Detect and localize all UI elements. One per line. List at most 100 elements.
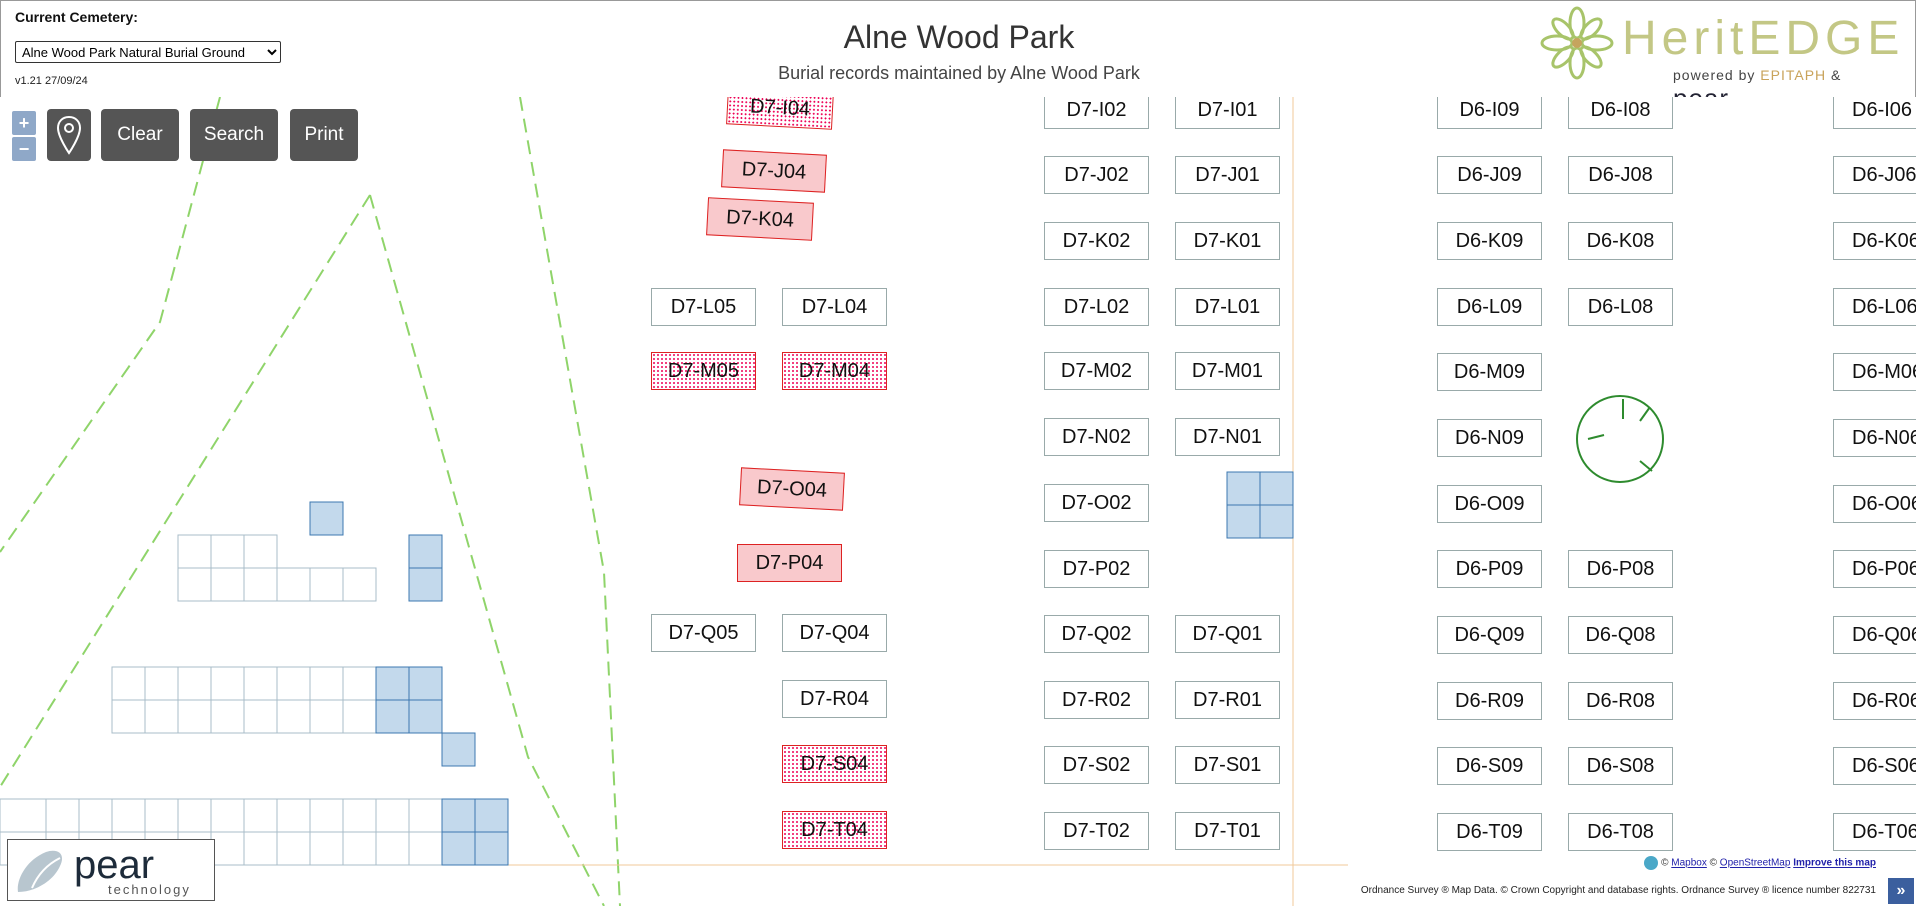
plot-d6-j08[interactable]: D6-J08 [1568,156,1673,194]
plot-d7-l02[interactable]: D7-L02 [1044,288,1149,326]
openstreetmap-link[interactable]: OpenStreetMap [1720,858,1791,869]
pear-technology-logo[interactable]: pear technology [7,839,215,901]
zoom-out-button[interactable]: − [12,137,36,161]
plot-d6-n09[interactable]: D6-N09 [1437,419,1542,457]
plot-d6-r09[interactable]: D6-R09 [1437,682,1542,720]
search-button[interactable]: Search [190,109,278,161]
plot-d7-p02[interactable]: D7-P02 [1044,550,1149,588]
plot-d7-r02[interactable]: D7-R02 [1044,681,1149,719]
heritedge-wordmark: HeritEDGE [1622,12,1905,65]
plot-d7-q04[interactable]: D7-Q04 [782,614,887,652]
plot-d6-q06[interactable]: D6-Q06 [1833,616,1916,654]
plot-d7-s01[interactable]: D7-S01 [1175,746,1280,784]
plot-d7-k01[interactable]: D7-K01 [1175,222,1280,260]
plot-d6-k08[interactable]: D6-K08 [1568,222,1673,260]
map-attribution: © Mapbox © OpenStreetMap Improve this ma… [1644,856,1876,870]
plot-d7-s02[interactable]: D7-S02 [1044,746,1149,784]
plot-d7-l04[interactable]: D7-L04 [782,288,887,326]
ampersand-text: & [1831,67,1842,83]
plot-d7-l05[interactable]: D7-L05 [651,288,756,326]
cemetery-map[interactable]: + − Clear Search Print D7-I04 D7-J04 D7-… [0,97,1916,906]
plot-d7-t04[interactable]: D7-T04 [782,811,887,849]
plot-d6-k06[interactable]: D6-K06 [1833,222,1916,260]
plot-d7-m04[interactable]: D7-M04 [782,352,887,390]
mapbox-link[interactable]: Mapbox [1671,858,1707,869]
epitaph-text: EPITAPH [1760,67,1827,83]
plot-d6-m09[interactable]: D6-M09 [1437,353,1542,391]
plot-d7-m01[interactable]: D7-M01 [1175,352,1280,390]
locate-button[interactable] [47,109,91,161]
plot-d7-k02[interactable]: D7-K02 [1044,222,1149,260]
plot-d7-q01[interactable]: D7-Q01 [1175,615,1280,653]
plot-d6-t08[interactable]: D6-T08 [1568,813,1673,851]
plot-d7-j01[interactable]: D7-J01 [1175,156,1280,194]
plot-d6-i08[interactable]: D6-I08 [1568,97,1673,129]
flower-logo-icon [1540,6,1614,80]
plot-d6-r08[interactable]: D6-R08 [1568,682,1673,720]
plot-d7-o04[interactable]: D7-O04 [739,467,845,511]
plot-d6-r06[interactable]: D6-R06 [1833,682,1916,720]
plot-d6-s09[interactable]: D6-S09 [1437,747,1542,785]
path-line [519,97,621,906]
plot-d7-s04[interactable]: D7-S04 [782,745,887,783]
plot-d7-n01[interactable]: D7-N01 [1175,418,1280,456]
plot-d7-m05[interactable]: D7-M05 [651,352,756,390]
plot-d7-q02[interactable]: D7-Q02 [1044,615,1149,653]
svg-text:technology: technology [108,882,191,897]
plot-d6-q09[interactable]: D6-Q09 [1437,616,1542,654]
plot-d6-l06[interactable]: D6-L06 [1833,288,1916,326]
plot-d7-j04[interactable]: D7-J04 [721,149,827,193]
plot-d7-i02[interactable]: D7-I02 [1044,97,1149,129]
plot-d7-r01[interactable]: D7-R01 [1175,681,1280,719]
plot-d7-q05[interactable]: D7-Q05 [651,614,756,652]
plot-d7-l01[interactable]: D7-L01 [1175,288,1280,326]
plot-d6-l09[interactable]: D6-L09 [1437,288,1542,326]
plot-d6-t06[interactable]: D6-T06 [1833,813,1916,851]
plot-d7-m02[interactable]: D7-M02 [1044,352,1149,390]
svg-text:pear: pear [74,843,154,887]
plot-d7-j02[interactable]: D7-J02 [1044,156,1149,194]
plot-d6-i09[interactable]: D6-I09 [1437,97,1542,129]
copyright-symbol: © [1709,857,1718,869]
plot-d7-p04[interactable]: D7-P04 [737,544,842,582]
plot-d6-l08[interactable]: D6-L08 [1568,288,1673,326]
plot-d6-p09[interactable]: D6-P09 [1437,550,1542,588]
plot-d6-o06[interactable]: D6-O06 [1833,485,1916,523]
tree-icon [1576,395,1664,483]
improve-map-link[interactable]: Improve this map [1793,858,1876,869]
plot-d6-m06[interactable]: D6-M06 [1833,353,1916,391]
plot-d7-n02[interactable]: D7-N02 [1044,418,1149,456]
plot-d7-o02[interactable]: D7-O02 [1044,484,1149,522]
expand-attribution-button[interactable]: » [1888,878,1914,904]
plot-d6-p08[interactable]: D6-P08 [1568,550,1673,588]
map-pin-icon [56,115,82,155]
plot-d6-k09[interactable]: D6-K09 [1437,222,1542,260]
plot-d6-j06[interactable]: D6-J06 [1833,156,1916,194]
plot-d7-r04[interactable]: D7-R04 [782,680,887,718]
occupied-plot-grid [309,471,1294,866]
plot-d7-i04[interactable]: D7-I04 [726,97,834,130]
plot-d6-n06[interactable]: D6-N06 [1833,419,1916,457]
plot-d6-s08[interactable]: D6-S08 [1568,747,1673,785]
plot-d7-t02[interactable]: D7-T02 [1044,812,1149,850]
print-button[interactable]: Print [290,109,358,161]
plot-d6-q08[interactable]: D6-Q08 [1568,616,1673,654]
zoom-in-button[interactable]: + [12,111,36,135]
clear-button[interactable]: Clear [101,109,179,161]
plot-d6-o09[interactable]: D6-O09 [1437,485,1542,523]
copyright-symbol: © [1661,857,1669,869]
powered-by-text: powered by [1673,67,1756,83]
heritedge-logo: HeritEDGE powered by EPITAPH & pear [1537,3,1899,113]
mapbox-logo-icon [1644,856,1659,870]
plot-d6-t09[interactable]: D6-T09 [1437,813,1542,851]
app-header: Current Cemetery: Alne Wood Park Natural… [0,0,1916,113]
plot-d6-i06[interactable]: D6-I06 [1833,97,1916,129]
plot-d7-k04[interactable]: D7-K04 [706,197,814,241]
plot-d6-j09[interactable]: D6-J09 [1437,156,1542,194]
plot-d6-p06[interactable]: D6-P06 [1833,550,1916,588]
plot-d6-s06[interactable]: D6-S06 [1833,747,1916,785]
ordnance-survey-notice: Ordnance Survey ® Map Data. © Crown Copy… [1360,885,1876,896]
plot-d7-t01[interactable]: D7-T01 [1175,812,1280,850]
pear-leaf-icon: pear technology [17,843,191,897]
plot-d7-i01[interactable]: D7-I01 [1175,97,1280,129]
